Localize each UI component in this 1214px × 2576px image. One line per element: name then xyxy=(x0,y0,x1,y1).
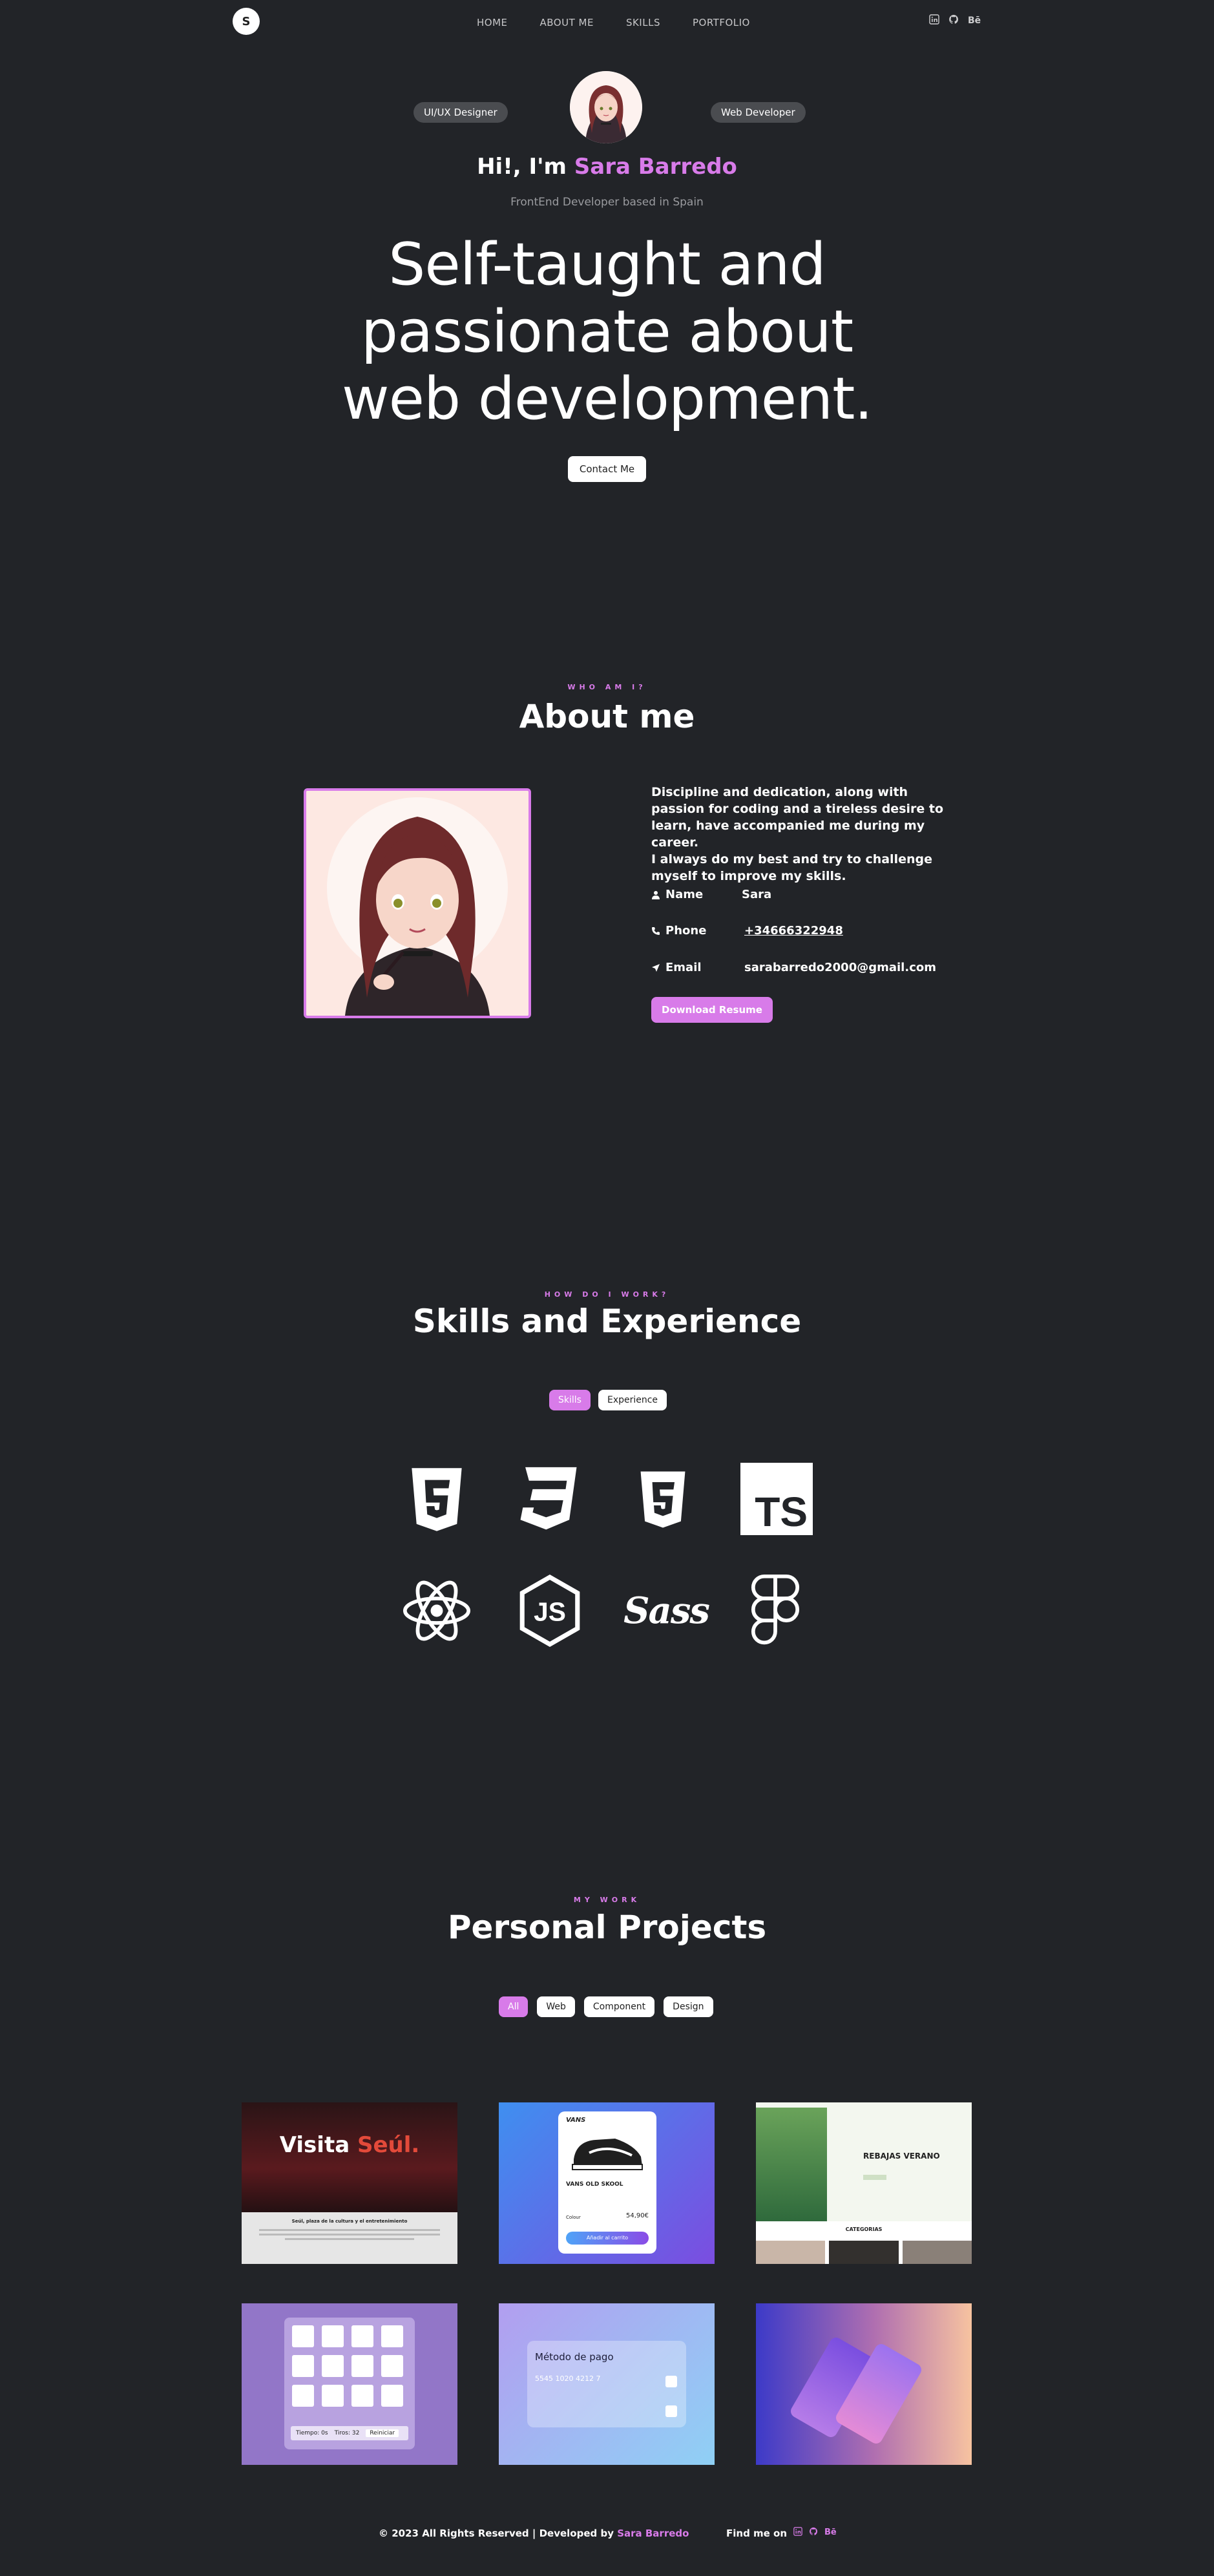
phone-link[interactable]: +34666322948 xyxy=(744,924,843,937)
sass-icon: Sass xyxy=(623,1572,710,1649)
footer-find: Find me on xyxy=(726,2528,788,2539)
phone-label: Phone xyxy=(651,924,729,937)
ts-text: TS xyxy=(755,1489,808,1535)
nav-portfolio[interactable]: PORTFOLIO xyxy=(693,17,750,28)
footer-copyright: © 2023 All Rights Reserved | Developed b… xyxy=(379,2528,689,2539)
about-kicker: WHO AM I? xyxy=(567,683,647,691)
cta-wrap: Contact Me xyxy=(0,456,1214,482)
footer-name[interactable]: Sara Barredo xyxy=(617,2528,689,2539)
card-number: 5545 1020 4212 7 xyxy=(535,2374,601,2383)
headline-line: passionate about xyxy=(361,298,853,366)
projects-kicker: MY WORK xyxy=(573,1896,641,1904)
copyright-text: © 2023 All Rights Reserved | Developed b… xyxy=(379,2528,618,2539)
project-card-rebajas[interactable]: REBAJAS VERANO CATEGORIAS xyxy=(756,2102,972,2264)
about-description: Discipline and dedication, along with pa… xyxy=(651,784,955,885)
label-text: Email xyxy=(665,961,702,974)
rebajas-title: REBAJAS VERANO xyxy=(863,2152,940,2161)
github-icon[interactable] xyxy=(948,14,959,27)
html5-icon xyxy=(398,1461,476,1538)
project-card-vans[interactable]: VANS VANS OLD SKOOL Colour 54,90€ Añadir… xyxy=(499,2102,715,2264)
headline-line: Self-taught and xyxy=(388,231,826,298)
svg-text:JS: JS xyxy=(534,1597,566,1626)
behance-icon[interactable]: Bē xyxy=(824,2528,837,2537)
social-links: Bē xyxy=(929,14,981,27)
nav-skills[interactable]: SKILLS xyxy=(626,17,660,28)
shoe-image xyxy=(572,2139,643,2170)
avatar xyxy=(570,71,642,143)
email-label: Email xyxy=(651,961,729,974)
site-logo[interactable]: S xyxy=(233,8,260,35)
project-filters: All Web Component Design xyxy=(499,1996,713,2017)
html5-icon xyxy=(624,1461,702,1538)
info-phone: Phone +34666322948 xyxy=(651,924,843,937)
skills-tabs: Skills Experience xyxy=(549,1390,667,1410)
about-title: About me xyxy=(519,698,695,735)
memory-restart-button[interactable]: Reiniciar xyxy=(366,2429,399,2437)
name-value: Sara xyxy=(742,888,772,901)
phone-icon xyxy=(652,927,660,935)
headline-line: web development. xyxy=(341,365,873,433)
figma-icon xyxy=(737,1572,814,1649)
vans-name: VANS OLD SKOOL xyxy=(566,2181,623,2188)
projects-title: Personal Projects xyxy=(447,1909,767,1946)
nodejs-icon: JS xyxy=(511,1572,589,1649)
tab-skills[interactable]: Skills xyxy=(549,1390,591,1410)
tab-experience[interactable]: Experience xyxy=(598,1390,667,1410)
filter-design[interactable]: Design xyxy=(664,1996,713,2017)
hero-greeting: Hi!, I'm Sara Barredo xyxy=(0,154,1214,180)
nav-about[interactable]: ABOUT ME xyxy=(540,17,594,28)
vans-price: 54,90€ xyxy=(626,2212,649,2219)
add-to-cart-button[interactable]: Añadir al carrito xyxy=(566,2232,649,2245)
memory-time: Tiempo: 0s xyxy=(296,2430,328,2436)
filter-component[interactable]: Component xyxy=(583,1996,655,2017)
project-card-seoul[interactable]: Visita Seúl. Seúl, plaza de la cultura y… xyxy=(242,2102,457,2264)
seoul-subtitle: Seúl, plaza de la cultura y el entreteni… xyxy=(291,2219,408,2224)
react-icon xyxy=(398,1572,476,1649)
greeting-text: Hi!, I'm xyxy=(477,154,574,180)
about-paragraph: Discipline and dedication, along with pa… xyxy=(651,785,944,850)
hero-headline: Self-taught and passionate about web dev… xyxy=(0,231,1214,433)
seoul-title-accent: Seúl. xyxy=(357,2132,420,2158)
main-nav: HOME ABOUT ME SKILLS PORTFOLIO xyxy=(477,17,782,28)
badge-uiux: UI/UX Designer xyxy=(413,102,508,123)
badge-webdev: Web Developer xyxy=(711,102,806,123)
seoul-title: Visita xyxy=(279,2132,357,2158)
about-portrait xyxy=(304,788,531,1018)
about-paragraph: I always do my best and try to challenge… xyxy=(651,852,932,883)
footer-social: Bē xyxy=(793,2526,837,2539)
sass-text: Sass xyxy=(623,1589,710,1632)
project-card-payment[interactable]: Método de pago 5545 1020 4212 7 xyxy=(499,2303,715,2465)
typescript-icon: TS xyxy=(740,1463,813,1535)
behance-icon[interactable]: Bē xyxy=(968,16,981,26)
email-value[interactable]: sarabarredo2000@gmail.com xyxy=(744,961,936,974)
send-icon xyxy=(652,963,660,972)
nav-home[interactable]: HOME xyxy=(477,17,508,28)
project-card-app[interactable] xyxy=(756,2303,972,2465)
info-name: Name Sara xyxy=(651,888,771,901)
skills-kicker: HOW DO I WORK? xyxy=(544,1290,670,1299)
label-text: Name xyxy=(665,888,704,901)
hero-name: Sara Barredo xyxy=(574,154,737,180)
css3-icon xyxy=(510,1461,587,1538)
github-icon[interactable] xyxy=(809,2526,818,2539)
skills-title: Skills and Experience xyxy=(412,1303,802,1340)
label-text: Phone xyxy=(665,924,707,937)
categorias-label: CATEGORIAS xyxy=(845,2226,883,2232)
memory-shots: Tiros: 32 xyxy=(334,2430,360,2436)
info-email: Email sarabarredo2000@gmail.com xyxy=(651,961,936,974)
filter-all[interactable]: All xyxy=(499,1996,529,2017)
payment-title: Método de pago xyxy=(535,2351,614,2363)
name-label: Name xyxy=(651,888,729,901)
linkedin-icon[interactable] xyxy=(929,14,939,27)
project-card-memory[interactable]: Tiempo: 0s Tiros: 32 Reiniciar xyxy=(242,2303,457,2465)
hero-subtitle: FrontEnd Developer based in Spain xyxy=(510,196,704,209)
resume-wrap: Download Resume xyxy=(651,997,773,1023)
linkedin-icon[interactable] xyxy=(793,2526,802,2539)
download-resume-button[interactable]: Download Resume xyxy=(651,997,773,1023)
contact-button[interactable]: Contact Me xyxy=(567,456,647,482)
filter-web[interactable]: Web xyxy=(537,1996,575,2017)
vans-colour: Colour xyxy=(566,2215,581,2220)
vans-brand: VANS xyxy=(566,2117,586,2124)
user-icon xyxy=(652,890,660,899)
